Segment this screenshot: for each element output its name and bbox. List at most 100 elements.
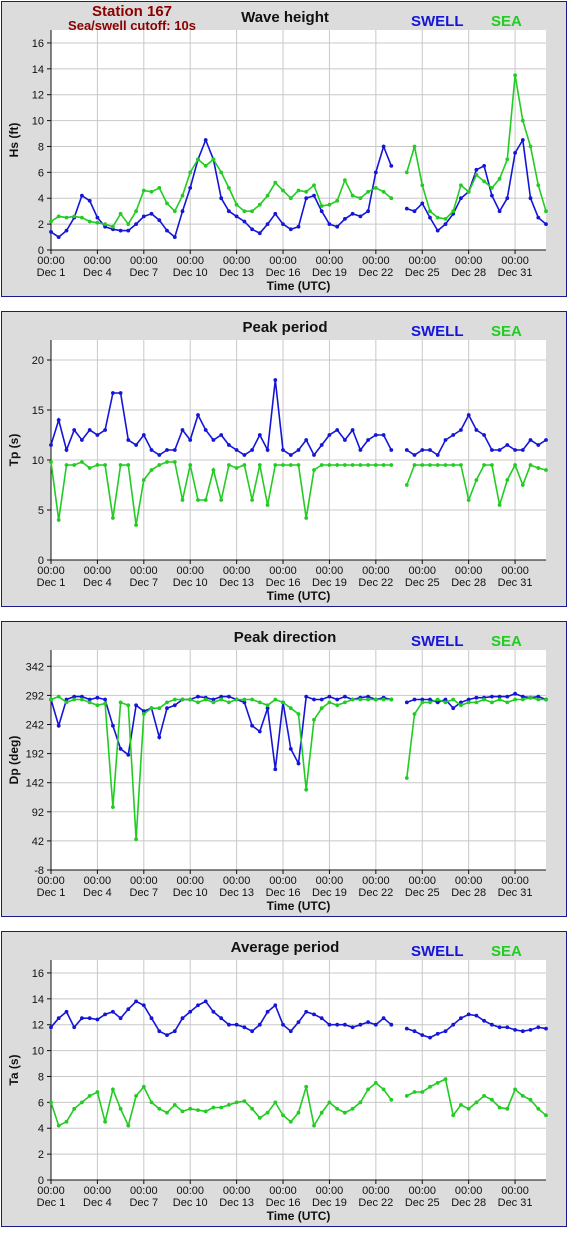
x-tick-time-label: 00:00 [130,875,158,887]
data-point-swell [474,695,479,700]
legend-sea: SEA [491,633,522,650]
data-point-sea [141,712,146,716]
data-point-swell [312,193,316,198]
data-point-sea [250,697,255,702]
data-point-sea [490,1097,494,1102]
data-point-swell [172,703,177,708]
data-point-swell [505,1025,510,1030]
data-point-sea [134,523,139,527]
x-tick-date-label: Dec 31 [498,1197,533,1209]
data-point-sea [273,1100,278,1105]
data-point-swell [404,448,409,452]
data-point-sea [443,217,448,221]
data-point-sea [296,463,301,467]
data-point-sea [56,214,61,219]
data-point-sea [281,463,285,467]
data-point-sea [304,189,309,194]
x-tick-time-label: 00:00 [37,565,65,577]
data-point-swell [111,723,115,728]
y-tick-label: 16 [32,38,44,50]
data-point-sea [49,219,53,224]
data-point-swell [420,448,425,452]
data-point-sea [459,463,463,467]
data-point-swell [56,723,61,728]
data-point-sea [389,196,394,201]
data-point-swell [544,438,548,442]
data-point-swell [544,222,548,227]
data-point-swell [172,235,177,240]
data-point-sea [95,220,100,225]
x-tick-date-label: Dec 10 [173,577,208,589]
data-point-swell [412,453,417,457]
data-point-sea [118,463,123,467]
y-tick-label: 20 [32,355,44,367]
data-point-sea [103,222,107,227]
data-point-sea [528,1097,533,1102]
data-point-swell [389,1022,394,1027]
data-point-sea [466,1106,471,1111]
x-tick-time-label: 00:00 [408,565,436,577]
data-point-swell [141,433,146,437]
data-point-sea [118,1106,123,1111]
data-point-sea [188,1106,193,1111]
data-point-swell [56,1016,61,1021]
data-point-sea [335,198,340,203]
data-point-swell [281,1022,285,1027]
data-point-swell [56,418,61,422]
data-point-swell [234,214,239,219]
data-point-swell [172,448,177,452]
data-point-swell [358,448,363,452]
panel-wave-height: 0 2 4 6 8 10 12 14 16 00:00 Dec 1 00:00 Dec 4 00:00 De… [1,1,567,297]
data-point-swell [366,209,370,214]
y-tick-label: 6 [38,167,44,179]
x-tick-time-label: 00:00 [223,565,251,577]
data-point-swell [443,222,448,227]
x-tick-time-label: 00:00 [455,875,483,887]
data-point-swell [335,697,340,702]
data-point-swell [141,1003,146,1008]
chart-peak-period: 0510152000:00Dec 100:00Dec 400:00Dec 700… [7,319,548,603]
x-tick-time-label: 00:00 [501,255,529,267]
y-tick-label: 142 [26,778,44,790]
data-point-sea [49,1100,53,1105]
x-tick-date-label: Dec 28 [451,267,486,279]
data-point-sea [242,697,247,702]
x-tick-date-label: Dec 10 [173,1197,208,1209]
data-point-sea [474,700,479,705]
x-tick-date-label: Dec 10 [173,267,208,279]
x-tick-time-label: 00:00 [84,875,112,887]
data-point-swell [227,443,231,447]
data-point-swell [227,1022,231,1027]
data-point-sea [319,1110,324,1115]
data-point-swell [288,453,293,457]
data-point-swell [165,1033,169,1037]
data-point-sea [412,712,417,716]
data-point-sea [157,706,162,711]
data-point-sea [265,1110,270,1115]
data-point-swell [95,695,100,700]
data-point-sea [281,188,285,193]
data-point-sea [72,697,77,702]
data-point-sea [513,73,517,78]
x-tick-date-label: Dec 7 [129,267,158,279]
legend-swell: SWELL [411,633,464,650]
data-point-sea [273,697,278,702]
data-point-sea [451,463,456,467]
data-point-swell [134,443,139,447]
x-tick-date-label: Dec 7 [129,887,158,899]
data-point-swell [319,443,324,447]
data-point-swell [281,448,285,452]
data-point-sea [435,463,440,467]
x-tick-date-label: Dec 22 [358,1197,393,1209]
data-point-sea [103,1119,107,1124]
data-point-sea [157,186,162,190]
data-point-swell [296,1020,301,1024]
data-point-swell [312,697,316,702]
data-point-swell [505,196,510,201]
x-tick-date-label: Dec 10 [173,887,208,899]
data-point-sea [64,463,69,467]
data-point-swell [428,1035,432,1040]
data-point-sea [358,196,363,201]
data-point-swell [435,1031,440,1036]
x-tick-time-label: 00:00 [223,875,251,887]
